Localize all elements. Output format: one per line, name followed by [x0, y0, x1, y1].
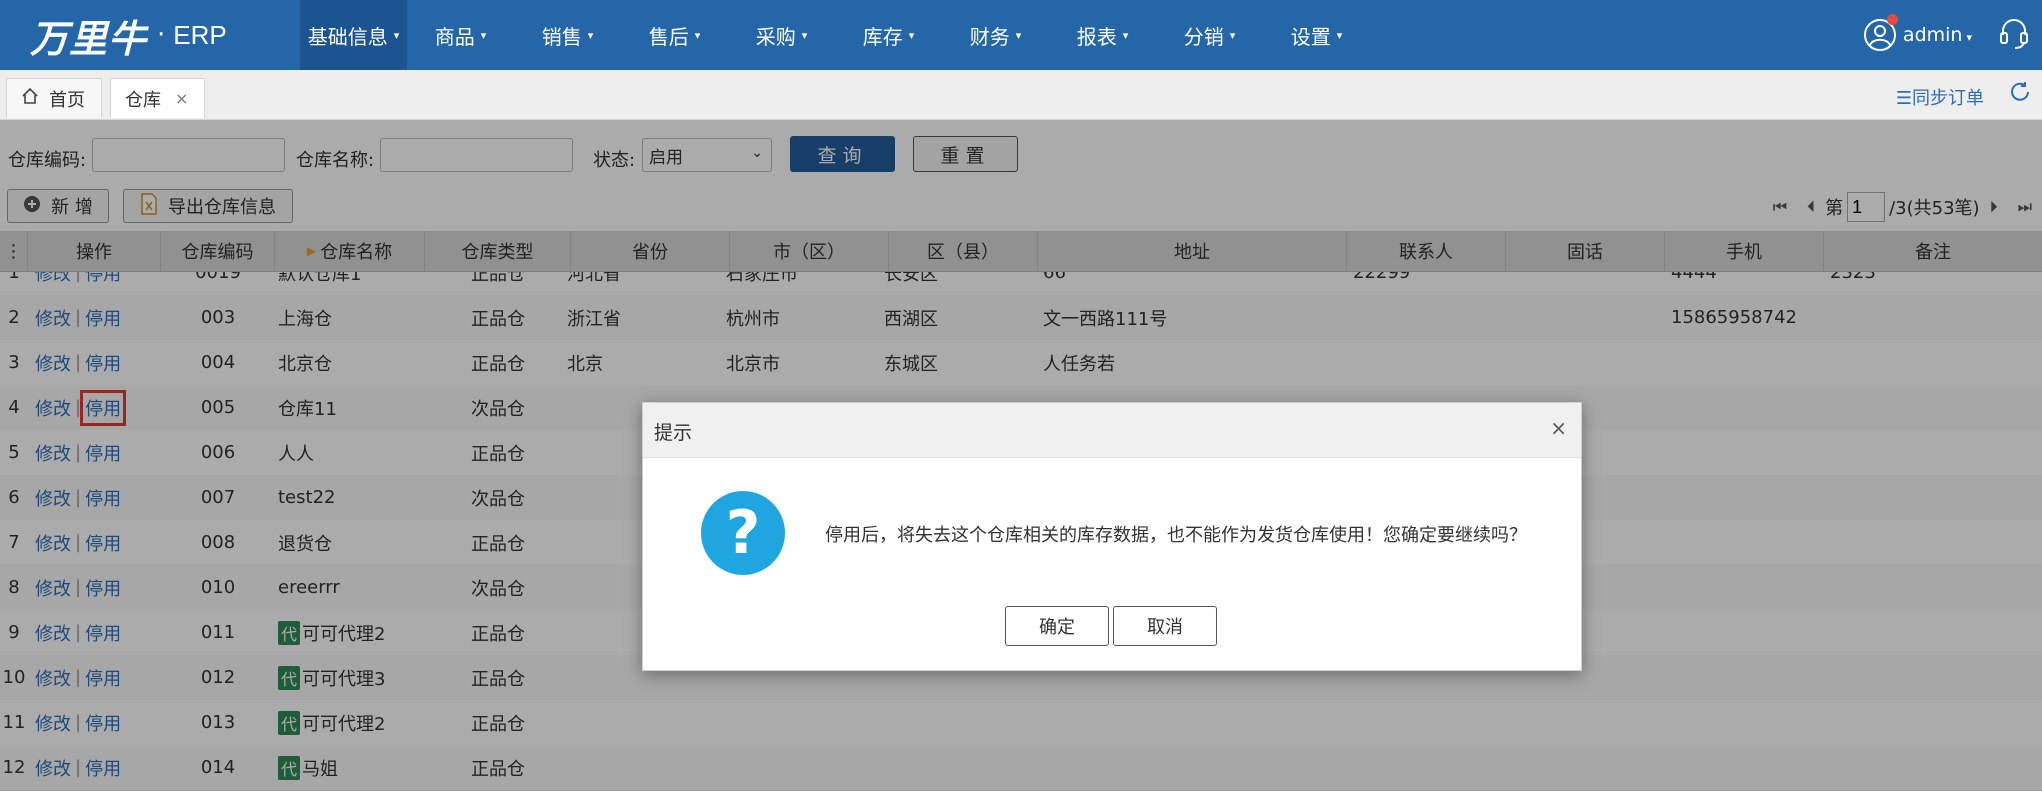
- chevron-down-icon: ▾: [908, 28, 915, 42]
- username-label: admin: [1902, 24, 1963, 46]
- tab-home[interactable]: 首页: [6, 78, 102, 118]
- chevron-down-icon: ▾: [393, 28, 400, 42]
- nav-item-label: 基础信息: [307, 24, 388, 49]
- nav-item[interactable]: 财务 ▾: [942, 0, 1049, 70]
- dialog-title: 提示: [654, 422, 693, 444]
- product-name: ERP: [173, 19, 227, 50]
- chevron-down-icon: ▾: [1336, 28, 1343, 42]
- close-icon[interactable]: ×: [1550, 416, 1567, 440]
- tab-home-label: 首页: [49, 89, 85, 111]
- app-logo[interactable]: 万里牛 · ERP: [30, 8, 227, 62]
- nav-item[interactable]: 分销 ▾: [1156, 0, 1263, 70]
- tab-warehouse-label: 仓库: [125, 89, 161, 111]
- tab-bar: 首页 仓库 ×: [0, 70, 2042, 120]
- nav-item-label: 报表: [1076, 24, 1117, 49]
- nav-item[interactable]: 销售 ▾: [514, 0, 621, 70]
- chevron-down-icon: ▾: [1229, 28, 1236, 42]
- username-dropdown[interactable]: admin ▾: [1903, 24, 1972, 46]
- nav-item-label: 库存: [862, 24, 903, 49]
- nav-item[interactable]: 商品 ▾: [407, 0, 514, 70]
- home-icon: [21, 87, 39, 110]
- brand-dot: ·: [157, 20, 166, 50]
- nav-item-label: 商品: [434, 24, 475, 49]
- nav-item-label: 销售: [541, 24, 582, 49]
- nav-item[interactable]: 库存 ▾: [835, 0, 942, 70]
- dialog-message: 停用后，将失去这个仓库相关的库存数据，也不能作为发货仓库使用！您确定要继续吗？: [825, 525, 1527, 546]
- question-icon: ?: [701, 491, 785, 575]
- nav-item[interactable]: 报表 ▾: [1049, 0, 1156, 70]
- nav-item[interactable]: 采购 ▾: [728, 0, 835, 70]
- chevron-down-icon: ▾: [480, 28, 487, 42]
- user-avatar-icon[interactable]: [1863, 14, 1898, 52]
- refresh-icon[interactable]: [2008, 80, 2032, 109]
- nav-item[interactable]: 基础信息 ▾: [300, 0, 407, 70]
- nav-item-label: 分销: [1183, 24, 1224, 49]
- nav-item-label: 售后: [648, 24, 689, 49]
- close-icon[interactable]: ×: [175, 89, 188, 108]
- chevron-down-icon: ▾: [694, 28, 701, 42]
- chevron-down-icon: ▾: [1015, 28, 1022, 42]
- user-area: admin ▾: [1863, 0, 2032, 70]
- chevron-down-icon: ▾: [587, 28, 594, 42]
- notification-dot: [1886, 14, 1898, 25]
- nav-item-label: 采购: [755, 24, 796, 49]
- nav-item-label: 设置: [1290, 24, 1331, 49]
- confirm-dialog: 提示 × ? 停用后，将失去这个仓库相关的库存数据，也不能作为发货仓库使用！您确…: [642, 402, 1582, 671]
- nav-item[interactable]: 设置 ▾: [1263, 0, 1370, 70]
- brand-name: 万里牛: [30, 15, 148, 61]
- confirm-ok-button[interactable]: 确定: [1005, 606, 1109, 646]
- nav-item-label: 财务: [969, 24, 1010, 49]
- sync-orders-link[interactable]: ☰同步订单: [1896, 84, 1984, 110]
- main-menu: 基础信息 ▾ 商品 ▾ 销售 ▾ 售后 ▾ 采购 ▾ 库存 ▾ 财务 ▾ 报表 ▾ 分销 ▾ 设置 ▾: [300, 0, 1370, 70]
- dialog-header: 提示 ×: [643, 403, 1581, 458]
- confirm-cancel-button[interactable]: 取消: [1113, 606, 1217, 646]
- chevron-down-icon: ▾: [1122, 28, 1129, 42]
- chevron-down-icon: ▾: [1966, 31, 1972, 44]
- nav-item[interactable]: 售后 ▾: [621, 0, 728, 70]
- chevron-down-icon: ▾: [801, 28, 808, 42]
- tab-warehouse[interactable]: 仓库 ×: [110, 78, 205, 118]
- headset-support-icon[interactable]: [1996, 15, 2032, 56]
- top-nav-bar: 万里牛 · ERP 基础信息 ▾ 商品 ▾ 销售 ▾ 售后 ▾ 采购 ▾ 库存 ▾ 财务 ▾ 报表 ▾ 分销 ▾ 设…: [0, 0, 2042, 70]
